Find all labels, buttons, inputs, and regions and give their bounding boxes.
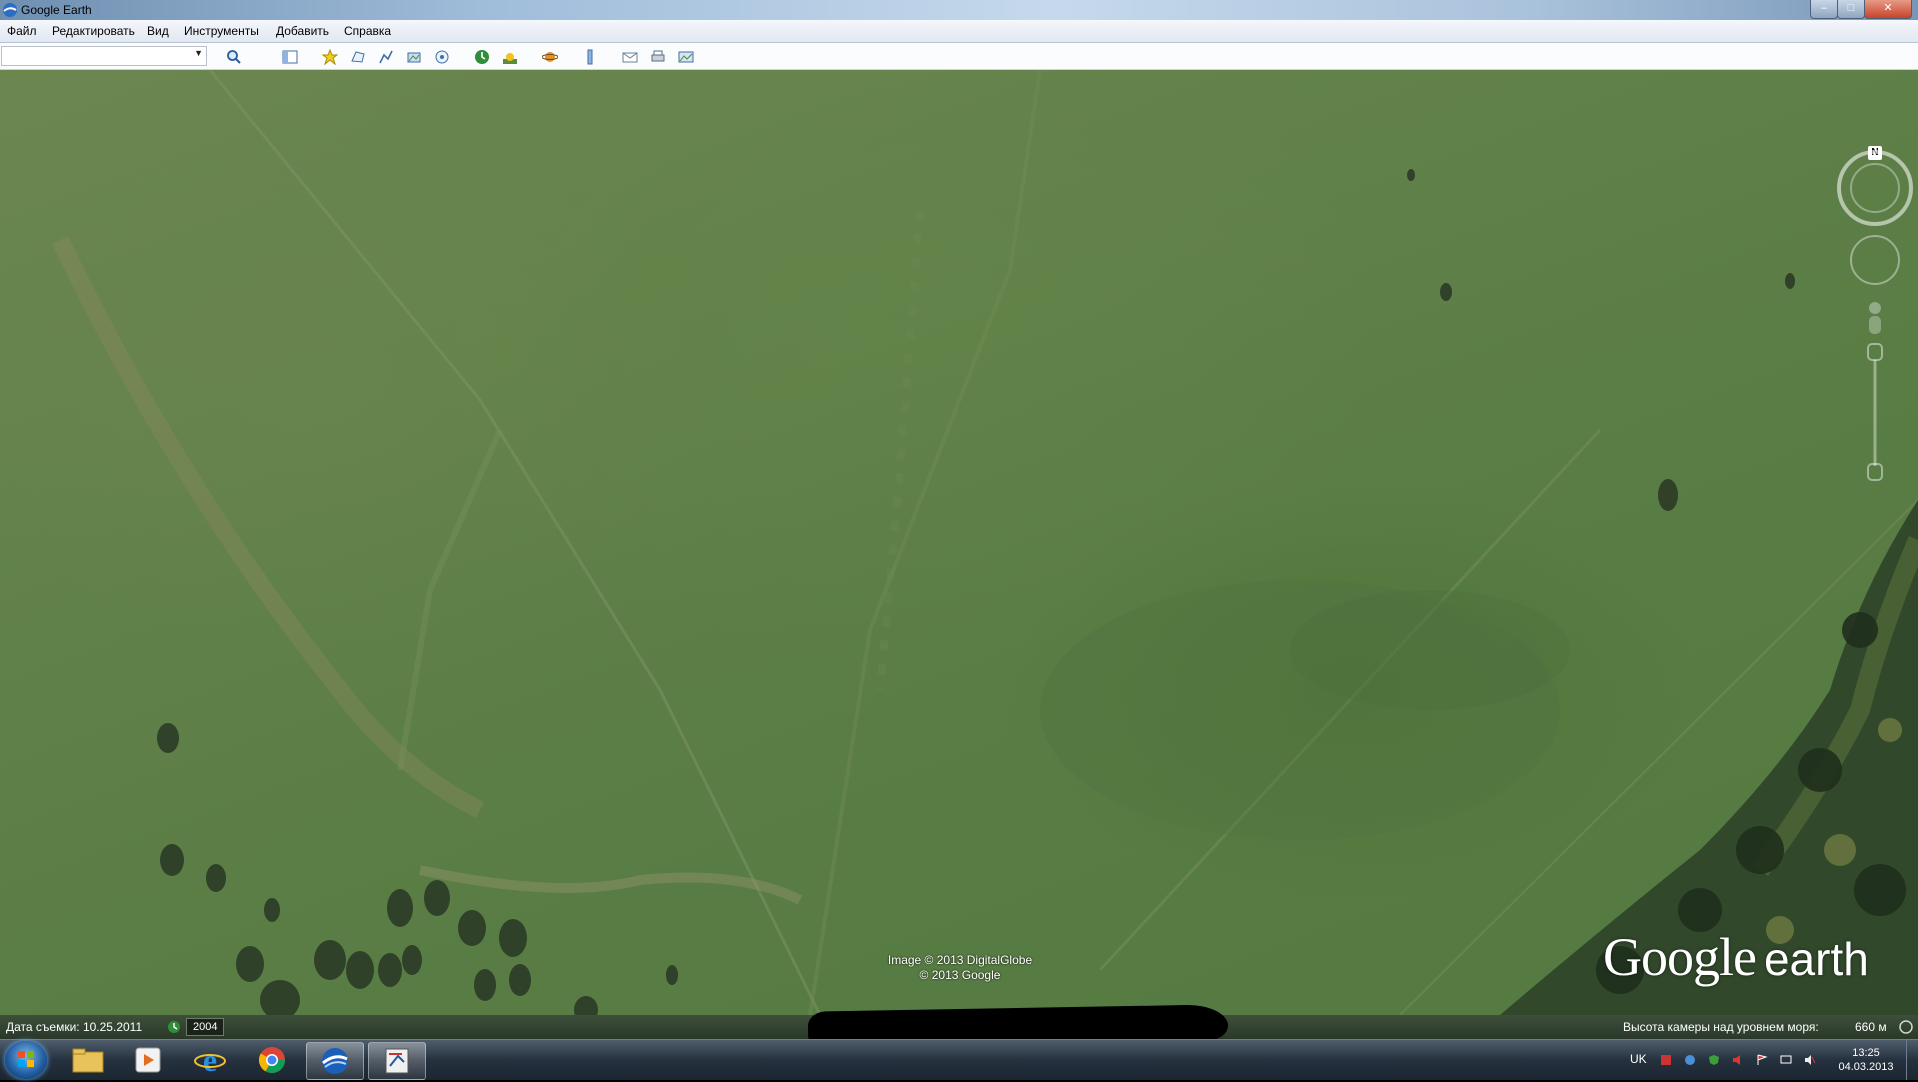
search-button[interactable] [222, 46, 246, 68]
add-path-button[interactable] [374, 46, 398, 68]
close-button[interactable]: ✕ [1864, 0, 1912, 19]
camera-altitude-label: Высота камеры над уровнем моря: [1623, 1020, 1819, 1034]
search-field[interactable]: ▼ [1, 46, 207, 66]
menu-help[interactable]: Справка [344, 24, 391, 38]
media-player-icon [135, 1047, 161, 1073]
placemark-icon [322, 49, 338, 65]
navigation-controls: N [1836, 146, 1916, 496]
menu-edit[interactable]: Редактировать [52, 24, 135, 38]
street-view-pegman-icon[interactable] [1869, 302, 1881, 334]
historical-imagery-icon [475, 50, 489, 64]
taskbar-google-earth[interactable] [306, 1042, 364, 1080]
tray-network-icon[interactable] [1684, 1054, 1696, 1066]
clock-date: 04.03.2013 [1838, 1061, 1894, 1073]
planets-icon [542, 52, 558, 62]
taskbar-screenshot-tool[interactable] [368, 1042, 426, 1080]
tray-flag-icon[interactable] [1756, 1054, 1768, 1066]
windows-taskbar: e UK 13:25 04.03.2013 [0, 1039, 1918, 1080]
clock-time: 13:25 [1852, 1047, 1880, 1059]
planets-button[interactable] [538, 46, 562, 68]
imagery-date: Дата съемки: 10.25.2011 [6, 1020, 143, 1034]
satellite-imagery [51, 70, 1918, 1015]
screenshot-tool-icon [385, 1048, 409, 1074]
email-icon [622, 52, 638, 63]
google-earth-icon [322, 1048, 348, 1074]
polygon-icon [351, 51, 365, 63]
menu-tools[interactable]: Инструменты [184, 24, 259, 38]
taskbar-media-player[interactable] [120, 1042, 176, 1078]
taskbar-internet-explorer[interactable]: e [182, 1042, 238, 1078]
compass-ring-icon[interactable] [1837, 150, 1913, 226]
logo-google-text: Google [1603, 927, 1757, 987]
menu-view[interactable]: Вид [147, 24, 169, 38]
explorer-icon [72, 1048, 104, 1073]
print-icon [651, 50, 665, 62]
internet-explorer-icon: e [194, 1044, 226, 1076]
menu-bar: Файл Редактировать Вид Инструменты Добав… [0, 20, 1918, 43]
minimize-button[interactable]: – [1810, 0, 1838, 19]
menu-file[interactable]: Файл [7, 24, 37, 38]
google-earth-app-icon [3, 3, 17, 17]
print-button[interactable] [646, 46, 670, 68]
window-title-bar[interactable]: Google Earth – □ ✕ [0, 0, 1918, 20]
navigation-widgets [1837, 150, 1913, 481]
maximize-button[interactable]: □ [1837, 0, 1865, 19]
tray-display-icon[interactable] [1780, 1054, 1792, 1066]
imagery-year-badge[interactable]: 2004 [186, 1018, 225, 1036]
svg-text:e: e [203, 1044, 217, 1076]
windows-logo-icon [18, 1051, 34, 1067]
add-placemark-button[interactable] [318, 46, 342, 68]
historical-imagery-button[interactable] [470, 46, 494, 68]
show-desktop-button[interactable] [1906, 1040, 1918, 1080]
streaming-status-icon [1899, 1020, 1913, 1034]
search-icon [227, 50, 241, 64]
camera-altitude-value: 660 м [1855, 1020, 1887, 1034]
sunlight-icon [503, 53, 517, 64]
save-image-icon [678, 51, 694, 63]
search-input[interactable] [2, 47, 188, 65]
zoom-slider[interactable] [1867, 343, 1883, 481]
save-image-button[interactable] [674, 46, 698, 68]
taskbar-chrome[interactable] [244, 1042, 300, 1078]
system-clock[interactable]: 13:25 04.03.2013 [1836, 1046, 1896, 1074]
chevron-down-icon[interactable]: ▼ [194, 48, 203, 58]
tray-pdf-icon[interactable] [1660, 1054, 1672, 1066]
menu-add[interactable]: Добавить [276, 24, 329, 38]
ruler-button[interactable] [578, 46, 602, 68]
window-title: Google Earth [21, 3, 92, 17]
chrome-icon [258, 1047, 286, 1074]
tray-sound-icon[interactable] [1804, 1054, 1816, 1066]
taskbar-explorer[interactable] [60, 1042, 116, 1078]
add-overlay-button[interactable] [402, 46, 426, 68]
record-tour-button[interactable] [430, 46, 454, 68]
input-language[interactable]: UK [1630, 1052, 1647, 1066]
pan-joystick-icon[interactable] [1850, 235, 1900, 285]
add-polygon-button[interactable] [346, 46, 370, 68]
overlay-icon [407, 52, 421, 63]
email-button[interactable] [618, 46, 642, 68]
google-earth-logo: Google earth [1603, 926, 1869, 988]
toolbar: ▼ [0, 43, 1918, 70]
sidebar-icon [282, 50, 298, 64]
ruler-icon [587, 49, 593, 65]
attribution-digitalglobe: Image © 2013 DigitalGlobe [887, 953, 1033, 967]
sunlight-button[interactable] [498, 46, 522, 68]
tray-volume-icon[interactable] [1732, 1054, 1744, 1066]
map-view[interactable]: Image © 2013 DigitalGlobe © 2013 Google … [0, 70, 1918, 1015]
logo-earth-text: earth [1763, 933, 1869, 985]
historical-imagery-status-icon[interactable] [167, 1020, 181, 1034]
attribution-google: © 2013 Google [919, 968, 1001, 982]
path-icon [379, 50, 393, 64]
tray-security-icon[interactable] [1708, 1054, 1720, 1066]
start-button[interactable] [5, 1041, 47, 1079]
imagery-attribution: Image © 2013 DigitalGlobe © 2013 Google [880, 953, 1040, 983]
sidebar-toggle-button[interactable] [278, 46, 302, 68]
tour-icon [435, 50, 449, 64]
